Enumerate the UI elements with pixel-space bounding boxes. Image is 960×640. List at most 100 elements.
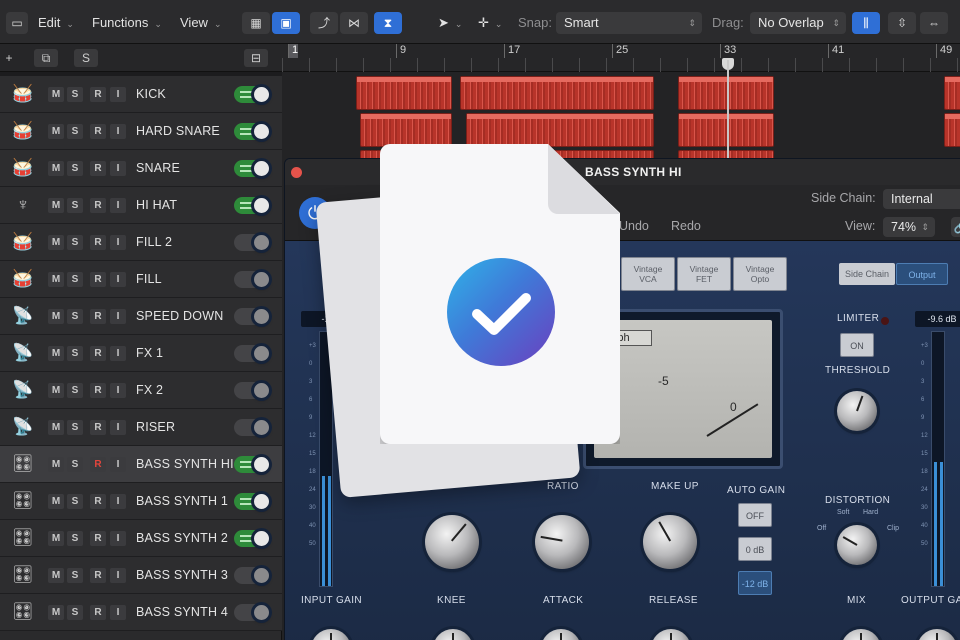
grid-view-button[interactable]: ▦: [242, 12, 270, 34]
track-name[interactable]: FX 2: [136, 372, 163, 409]
mute-button[interactable]: M: [48, 235, 64, 250]
view-zoom-select[interactable]: 74% ⇕: [883, 217, 935, 237]
input-monitor-button[interactable]: I: [110, 161, 126, 176]
side-chain-button[interactable]: Side Chain: [839, 263, 895, 285]
ratio-knob[interactable]: [535, 515, 589, 569]
track-row[interactable]: ♆ M S R I HI HAT: [0, 187, 282, 224]
record-enable-button[interactable]: R: [90, 272, 106, 287]
release-knob[interactable]: [651, 629, 691, 640]
add-track-button[interactable]: +: [2, 49, 16, 67]
input-monitor-button[interactable]: I: [110, 457, 126, 472]
threshold-knob[interactable]: [425, 515, 479, 569]
duplicate-track-button[interactable]: ⧉: [34, 49, 58, 67]
limiter-threshold-knob[interactable]: [837, 391, 877, 431]
auto-gain-minus12db-button[interactable]: -12 dB: [738, 571, 772, 595]
audio-region[interactable]: [460, 76, 654, 110]
track-on-off-toggle[interactable]: [234, 382, 270, 399]
mute-button[interactable]: M: [48, 568, 64, 583]
solo-button[interactable]: S: [67, 494, 83, 509]
input-monitor-button[interactable]: I: [110, 87, 126, 102]
track-on-off-toggle[interactable]: [234, 604, 270, 621]
input-monitor-button[interactable]: I: [110, 346, 126, 361]
mute-button[interactable]: M: [48, 420, 64, 435]
record-enable-button[interactable]: R: [90, 383, 106, 398]
waveform-zoom-button[interactable]: ⫼: [852, 12, 880, 34]
pencil-tool-menu[interactable]: ✛ ⌄: [470, 12, 510, 34]
track-row[interactable]: 🎛 M S R I BASS SYNTH HI: [0, 446, 282, 483]
snap-select[interactable]: Smart ⇕: [556, 12, 702, 34]
record-enable-button[interactable]: R: [90, 235, 106, 250]
mute-button[interactable]: M: [48, 383, 64, 398]
track-row[interactable]: 📡 M S R I SPEED DOWN: [0, 298, 282, 335]
playhead[interactable]: [727, 60, 729, 158]
track-on-off-toggle[interactable]: [234, 530, 270, 547]
timeline-ruler[interactable]: 1 9 17 25 33 41 49: [282, 44, 960, 72]
input-monitor-button[interactable]: I: [110, 235, 126, 250]
track-on-off-toggle[interactable]: [234, 234, 270, 251]
track-row[interactable]: 🎛 M S R I BASS SYNTH 4: [0, 594, 282, 631]
record-enable-button[interactable]: R: [90, 494, 106, 509]
pointer-tool-menu[interactable]: ➤ ⌄: [430, 12, 470, 34]
track-on-off-toggle[interactable]: [234, 456, 270, 473]
mute-button[interactable]: M: [48, 87, 64, 102]
horizontal-zoom-button[interactable]: ⇔: [920, 12, 948, 34]
solo-button[interactable]: S: [67, 383, 83, 398]
track-name[interactable]: FILL 2: [136, 224, 172, 261]
track-row[interactable]: 🥁 M S R I HARD SNARE: [0, 113, 282, 150]
input-monitor-button[interactable]: I: [110, 531, 126, 546]
track-on-off-toggle[interactable]: [234, 493, 270, 510]
track-name[interactable]: BASS SYNTH 3: [136, 557, 228, 594]
mute-button[interactable]: M: [48, 198, 64, 213]
track-name[interactable]: KICK: [136, 76, 166, 113]
solo-button[interactable]: S: [67, 198, 83, 213]
record-enable-button[interactable]: R: [90, 309, 106, 324]
solo-button[interactable]: S: [67, 272, 83, 287]
input-monitor-button[interactable]: I: [110, 568, 126, 583]
audio-region[interactable]: [678, 76, 774, 110]
mute-button[interactable]: M: [48, 457, 64, 472]
track-name[interactable]: FILL: [136, 261, 162, 298]
track-name[interactable]: BASS SYNTH HI: [136, 446, 234, 483]
record-enable-button[interactable]: R: [90, 198, 106, 213]
input-monitor-button[interactable]: I: [110, 383, 126, 398]
close-window-button[interactable]: [291, 167, 302, 178]
track-name[interactable]: RISER: [136, 409, 175, 446]
track-row[interactable]: 🎛 M S R I BASS SYNTH 2: [0, 520, 282, 557]
output-gain-knob[interactable]: [917, 629, 957, 640]
track-row[interactable]: 🥁 M S R I FILL: [0, 261, 282, 298]
solo-button[interactable]: S: [67, 568, 83, 583]
drag-select[interactable]: No Overlap ⇕: [750, 12, 846, 34]
track-on-off-toggle[interactable]: [234, 86, 270, 103]
record-enable-button[interactable]: R: [90, 420, 106, 435]
output-button[interactable]: Output: [896, 263, 948, 285]
edit-menu[interactable]: Edit ⌄: [30, 12, 82, 34]
mute-button[interactable]: M: [48, 309, 64, 324]
track-on-off-toggle[interactable]: [234, 345, 270, 362]
track-on-off-toggle[interactable]: [234, 160, 270, 177]
flex-button[interactable]: ⋈: [340, 12, 368, 34]
record-enable-button[interactable]: R: [90, 124, 106, 139]
input-monitor-button[interactable]: I: [110, 605, 126, 620]
makeup-knob[interactable]: [643, 515, 697, 569]
solo-button[interactable]: S: [67, 531, 83, 546]
mute-button[interactable]: M: [48, 161, 64, 176]
vertical-zoom-button[interactable]: ⇳: [888, 12, 916, 34]
input-monitor-button[interactable]: I: [110, 494, 126, 509]
functions-menu[interactable]: Functions ⌄: [84, 12, 170, 34]
input-gain-knob[interactable]: [311, 629, 351, 640]
catch-button[interactable]: ⧗: [374, 12, 402, 34]
track-row[interactable]: 📡 M S R I FX 1: [0, 335, 282, 372]
input-monitor-button[interactable]: I: [110, 309, 126, 324]
record-enable-button[interactable]: R: [90, 161, 106, 176]
knee-knob[interactable]: [433, 629, 473, 640]
auto-gain-off-button[interactable]: OFF: [738, 503, 772, 527]
track-on-off-toggle[interactable]: [234, 197, 270, 214]
auto-gain-0db-button[interactable]: 0 dB: [738, 537, 772, 561]
solo-button[interactable]: S: [67, 161, 83, 176]
track-name[interactable]: SNARE: [136, 150, 180, 187]
solo-button[interactable]: S: [67, 605, 83, 620]
record-enable-button[interactable]: R: [90, 346, 106, 361]
track-row[interactable]: 🥁 M S R I FILL 2: [0, 224, 282, 261]
record-enable-button[interactable]: R: [90, 568, 106, 583]
mute-button[interactable]: M: [48, 124, 64, 139]
